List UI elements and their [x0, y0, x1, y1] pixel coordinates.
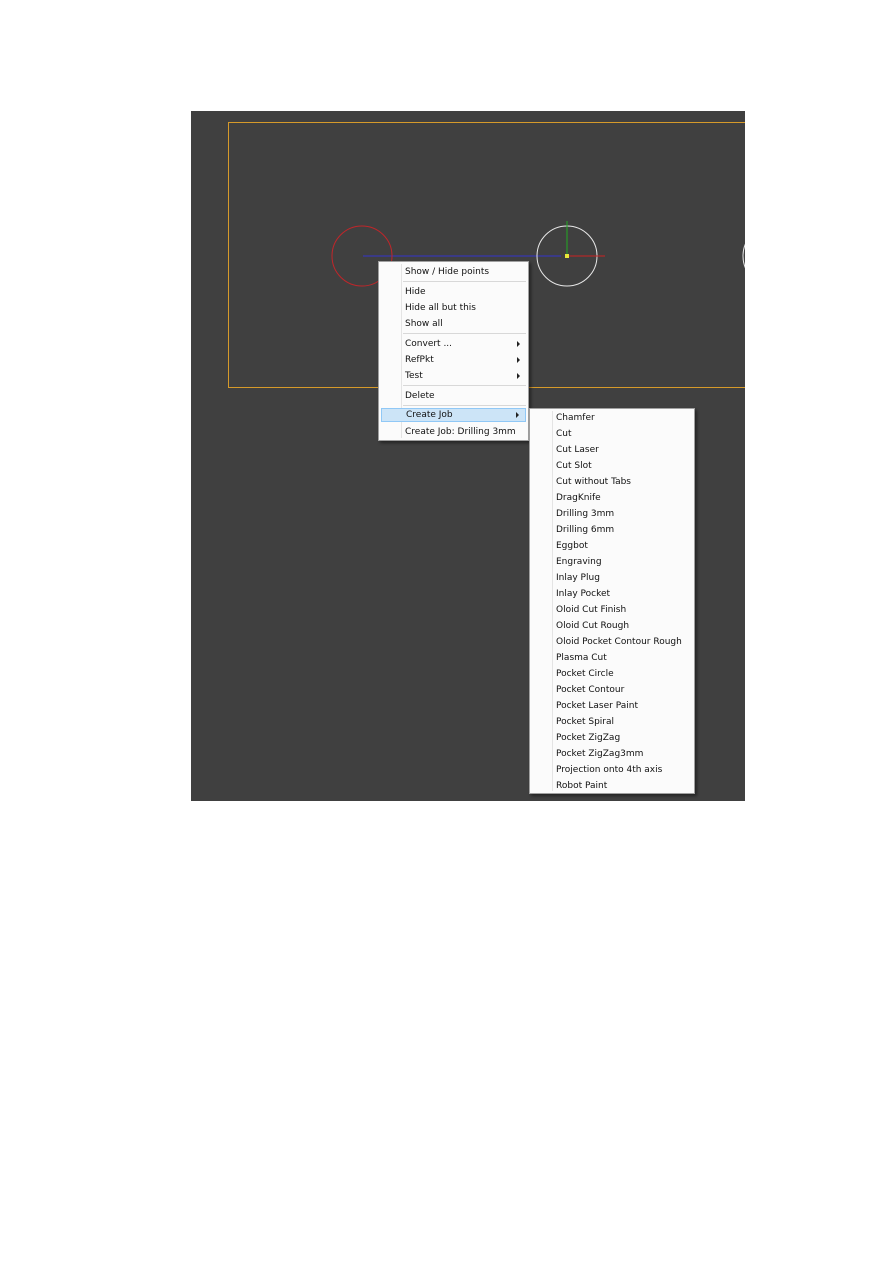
menu-item-label: Show / Hide points [405, 267, 490, 277]
submenu-item-label: Pocket Spiral [556, 717, 615, 727]
submenu-item-chamfer[interactable]: Chamfer [532, 411, 692, 425]
submenu-item-robot-paint[interactable]: Robot Paint [532, 779, 692, 793]
menu-separator [403, 385, 526, 386]
menu-item-hide-all-but-this[interactable]: Hide all but this [381, 301, 526, 315]
submenu-arrow-icon [517, 341, 520, 347]
submenu-item-label: Pocket ZigZag3mm [556, 749, 644, 759]
menu-item-label: Create Job [406, 410, 453, 420]
submenu-item-oloid-cut-rough[interactable]: Oloid Cut Rough [532, 619, 692, 633]
submenu-item-label: Plasma Cut [556, 653, 607, 663]
submenu-item-cut-laser[interactable]: Cut Laser [532, 443, 692, 457]
submenu-item-cut-slot[interactable]: Cut Slot [532, 459, 692, 473]
submenu-item-label: Engraving [556, 557, 602, 567]
menu-item-create-job[interactable]: Create Job [381, 408, 526, 422]
submenu-item-cut[interactable]: Cut [532, 427, 692, 441]
submenu-arrow-icon [517, 357, 520, 363]
submenu-item-dragknife[interactable]: DragKnife [532, 491, 692, 505]
submenu-item-label: Inlay Pocket [556, 589, 611, 599]
submenu-item-label: Projection onto 4th axis [556, 765, 663, 775]
submenu-item-pocket-zigzag3mm[interactable]: Pocket ZigZag3mm [532, 747, 692, 761]
submenu-item-label: Robot Paint [556, 781, 608, 791]
submenu-item-label: Pocket Circle [556, 669, 614, 679]
origin-marker[interactable] [565, 254, 569, 258]
submenu-item-label: Cut [556, 429, 572, 439]
menu-item-label: Show all [405, 319, 443, 329]
submenu-item-pocket-zigzag[interactable]: Pocket ZigZag [532, 731, 692, 745]
submenu-item-plasma-cut[interactable]: Plasma Cut [532, 651, 692, 665]
submenu-item-drilling-3mm[interactable]: Drilling 3mm [532, 507, 692, 521]
submenu-item-eggbot[interactable]: Eggbot [532, 539, 692, 553]
menu-item-create-job-drilling-3mm[interactable]: Create Job: Drilling 3mm [381, 425, 526, 439]
submenu-item-label: Oloid Cut Rough [556, 621, 630, 631]
submenu-item-label: Pocket ZigZag [556, 733, 621, 743]
page: Show / Hide points Hide Hide all but thi… [0, 0, 893, 1263]
submenu-item-projection-onto-4th-axis[interactable]: Projection onto 4th axis [532, 763, 692, 777]
submenu-item-label: DragKnife [556, 493, 601, 503]
submenu-item-engraving[interactable]: Engraving [532, 555, 692, 569]
submenu-item-inlay-plug[interactable]: Inlay Plug [532, 571, 692, 585]
submenu-item-inlay-pocket[interactable]: Inlay Pocket [532, 587, 692, 601]
submenu-item-label: Chamfer [556, 413, 595, 423]
submenu-item-pocket-spiral[interactable]: Pocket Spiral [532, 715, 692, 729]
submenu-item-pocket-contour[interactable]: Pocket Contour [532, 683, 692, 697]
submenu-item-label: Drilling 3mm [556, 509, 615, 519]
menu-separator [403, 281, 526, 282]
submenu-item-label: Eggbot [556, 541, 588, 551]
submenu-item-drilling-6mm[interactable]: Drilling 6mm [532, 523, 692, 537]
context-menu: Show / Hide points Hide Hide all but thi… [378, 261, 529, 441]
submenu-item-label: Oloid Cut Finish [556, 605, 627, 615]
menu-item-label: Hide all but this [405, 303, 476, 313]
submenu-item-label: Pocket Laser Paint [556, 701, 638, 711]
menu-item-label: Convert ... [405, 339, 453, 349]
submenu-item-label: Inlay Plug [556, 573, 600, 583]
submenu-item-oloid-cut-finish[interactable]: Oloid Cut Finish [532, 603, 692, 617]
menu-item-refpkt[interactable]: RefPkt [381, 353, 526, 367]
submenu-item-pocket-circle[interactable]: Pocket Circle [532, 667, 692, 681]
menu-item-delete[interactable]: Delete [381, 389, 526, 403]
menu-separator [403, 405, 526, 406]
menu-item-label: RefPkt [405, 355, 434, 365]
create-job-submenu: Chamfer Cut Cut Laser Cut Slot Cut witho… [529, 408, 695, 794]
submenu-arrow-icon [517, 373, 520, 379]
submenu-item-pocket-laser-paint[interactable]: Pocket Laser Paint [532, 699, 692, 713]
submenu-arrow-icon [516, 412, 519, 418]
submenu-item-label: Pocket Contour [556, 685, 625, 695]
cad-viewport[interactable]: Show / Hide points Hide Hide all but thi… [191, 111, 745, 801]
menu-item-label: Test [405, 371, 423, 381]
menu-item-label: Delete [405, 391, 435, 401]
menu-item-convert[interactable]: Convert ... [381, 337, 526, 351]
menu-separator [403, 333, 526, 334]
submenu-item-label: Cut Slot [556, 461, 592, 471]
submenu-item-label: Cut without Tabs [556, 477, 631, 487]
menu-item-test[interactable]: Test [381, 369, 526, 383]
submenu-item-label: Drilling 6mm [556, 525, 615, 535]
menu-item-show-hide-points[interactable]: Show / Hide points [381, 265, 526, 279]
menu-item-hide[interactable]: Hide [381, 285, 526, 299]
partial-circle-shape[interactable] [742, 226, 745, 286]
submenu-item-oloid-pocket-contour-rough[interactable]: Oloid Pocket Contour Rough [532, 635, 692, 649]
submenu-item-label: Cut Laser [556, 445, 599, 455]
menu-item-label: Create Job: Drilling 3mm [405, 427, 516, 437]
submenu-item-label: Oloid Pocket Contour Rough [556, 637, 682, 647]
submenu-item-cut-without-tabs[interactable]: Cut without Tabs [532, 475, 692, 489]
menu-item-show-all[interactable]: Show all [381, 317, 526, 331]
menu-item-label: Hide [405, 287, 426, 297]
